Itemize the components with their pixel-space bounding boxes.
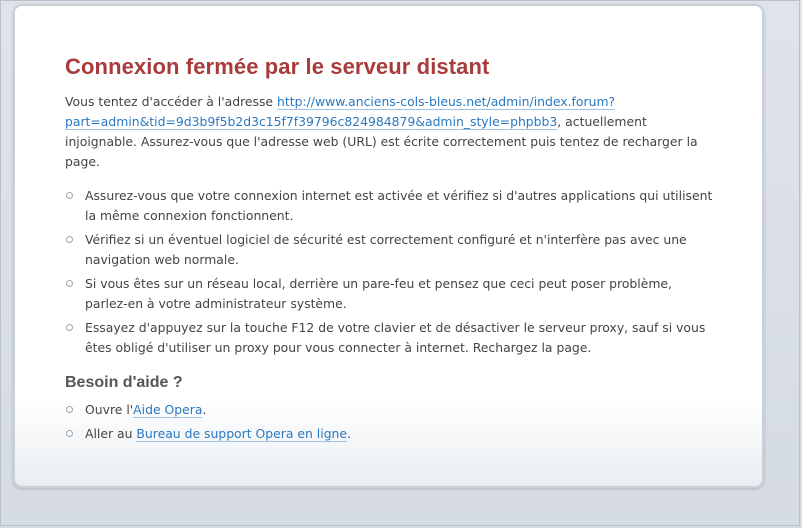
help-text-before: Ouvre l' (85, 402, 134, 417)
help-item: Aller au Bureau de support Opera en lign… (65, 424, 715, 444)
bullet-ring-icon (66, 236, 73, 243)
bullet-ring-icon (66, 280, 73, 287)
suggestion-item: Essayez d'appuyez sur la touche F12 de v… (65, 318, 715, 358)
suggestion-text: Essayez d'appuyez sur la touche F12 de v… (85, 320, 706, 355)
bullet-ring-icon (66, 192, 73, 199)
bullet-ring-icon (66, 430, 73, 437)
suggestion-text: Assurez-vous que votre connexion interne… (85, 188, 713, 223)
help-text-after: . (347, 426, 351, 441)
intro-text-before: Vous tentez d'accéder à l'adresse (65, 94, 277, 109)
suggestion-list: Assurez-vous que votre connexion interne… (65, 186, 715, 358)
intro-paragraph: Vous tentez d'accéder à l'adresse http:/… (65, 92, 715, 172)
page-title: Connexion fermée par le serveur distant (65, 54, 490, 79)
suggestion-item: Assurez-vous que votre connexion interne… (65, 186, 715, 226)
help-heading: Besoin d'aide ? (65, 374, 183, 391)
error-content: Connexion fermée par le serveur distant … (65, 54, 715, 448)
suggestion-item: Vérifiez si un éventuel logiciel de sécu… (65, 230, 715, 270)
suggestion-text: Vérifiez si un éventuel logiciel de sécu… (85, 232, 687, 267)
opera-support-link[interactable]: Bureau de support Opera en ligne (136, 426, 348, 442)
help-list: Ouvre l'Aide Opera. Aller au Bureau de s… (65, 400, 715, 444)
help-text-after: . (202, 402, 207, 417)
error-card: Connexion fermée par le serveur distant … (13, 4, 764, 488)
suggestion-item: Si vous êtes sur un réseau local, derriè… (65, 274, 715, 314)
suggestion-text: Si vous êtes sur un réseau local, derriè… (85, 276, 672, 311)
bullet-ring-icon (66, 324, 73, 331)
help-item: Ouvre l'Aide Opera. (65, 400, 715, 420)
help-text-before: Aller au (85, 426, 137, 441)
opera-help-link[interactable]: Aide Opera (133, 402, 203, 418)
bullet-ring-icon (66, 406, 73, 413)
